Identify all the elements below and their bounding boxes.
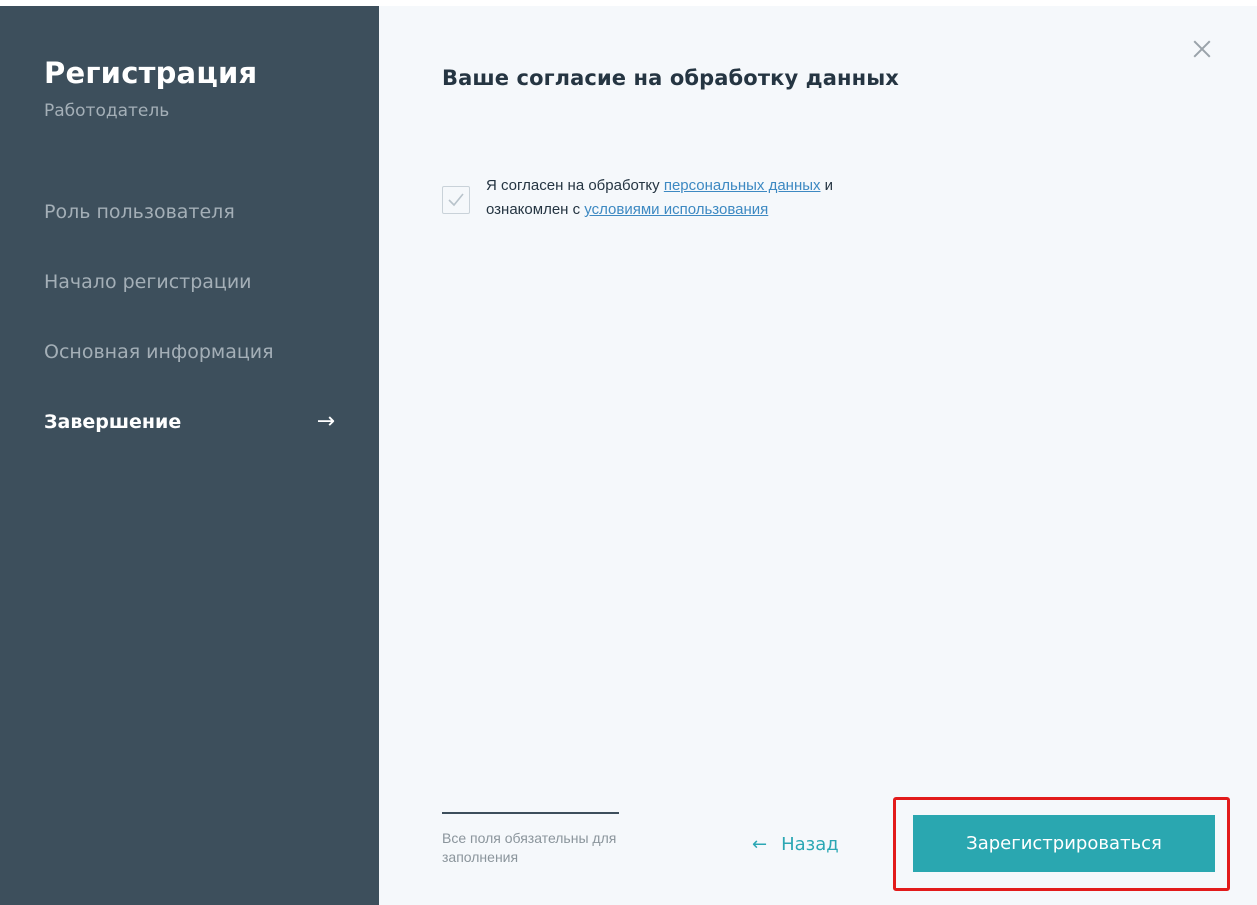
step-label: Основная информация xyxy=(44,340,274,363)
step-user-role[interactable]: Роль пользователя xyxy=(44,177,335,247)
sidebar: Регистрация Работодатель Роль пользовате… xyxy=(0,0,379,905)
checkmark-icon xyxy=(448,193,464,207)
step-label: Роль пользователя xyxy=(44,200,235,223)
registration-modal: Регистрация Работодатель Роль пользовате… xyxy=(0,0,1257,905)
consent-text-part: ознакомлен с xyxy=(486,201,585,218)
top-border xyxy=(0,0,1257,6)
back-button[interactable]: ← Назад xyxy=(752,830,839,858)
step-label: Начало регистрации xyxy=(44,270,252,293)
sidebar-title: Регистрация xyxy=(44,56,258,90)
sidebar-subtitle: Работодатель xyxy=(44,100,170,121)
main-panel: Ваше согласие на обработку данных Я согл… xyxy=(379,0,1257,905)
consent-checkbox[interactable] xyxy=(442,186,470,214)
consent-text-part: и xyxy=(820,177,834,194)
consent-text: Я согласен на обработку персональных дан… xyxy=(486,174,833,222)
arrow-right-icon: → xyxy=(316,409,335,435)
footer-divider xyxy=(442,812,619,814)
section-title: Ваше согласие на обработку данных xyxy=(442,66,899,90)
arrow-left-icon: ← xyxy=(752,833,768,855)
required-fields-note: Все поля обязательны для заполнения xyxy=(442,830,617,865)
step-main-info[interactable]: Основная информация xyxy=(44,317,335,387)
consent-text-part: Я согласен на обработку xyxy=(486,177,664,194)
back-label: Назад xyxy=(781,833,839,855)
register-button[interactable]: Зарегистрироваться xyxy=(913,815,1215,872)
personal-data-link[interactable]: персональных данных xyxy=(664,177,821,194)
terms-of-use-link[interactable]: условиями использования xyxy=(584,201,768,218)
step-label: Завершение xyxy=(44,410,182,433)
close-icon[interactable] xyxy=(1190,37,1214,61)
steps-list: Роль пользователя Начало регистрации Осн… xyxy=(44,177,335,457)
step-completion[interactable]: Завершение → xyxy=(44,387,335,457)
consent-row: Я согласен на обработку персональных дан… xyxy=(442,174,833,222)
step-registration-start[interactable]: Начало регистрации xyxy=(44,247,335,317)
